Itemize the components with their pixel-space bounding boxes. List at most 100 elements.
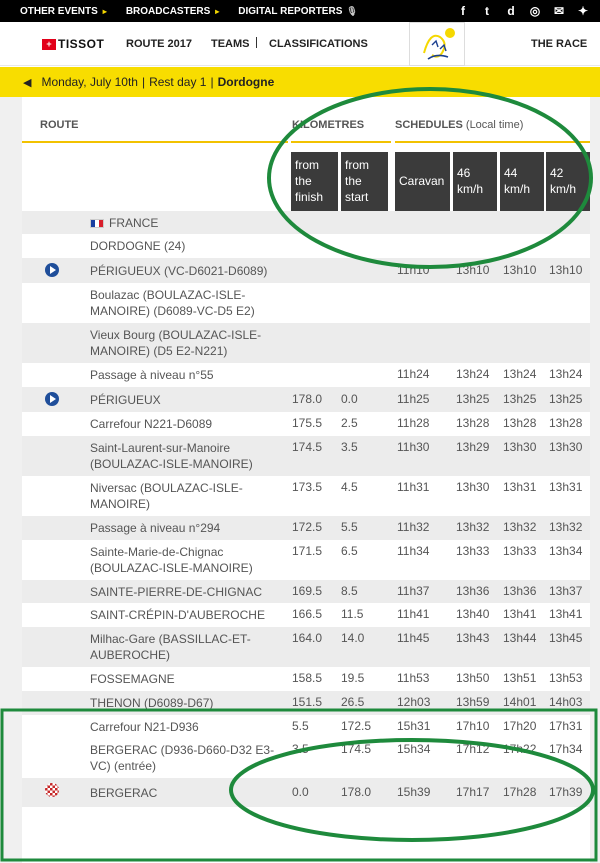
place-name-line: Carrefour N221-D6089: [90, 416, 212, 432]
cell-value: 19.5: [341, 671, 365, 685]
topbar-item-digital-reporters[interactable]: DIGITAL REPORTERS 🎙: [238, 6, 358, 17]
column-header-line: from: [295, 158, 319, 172]
cell-value: 13h44: [503, 631, 537, 645]
place-name-line: Passage à niveau n°55: [90, 367, 214, 383]
cell-value: 13h28: [503, 416, 537, 430]
instagram-icon[interactable]: ◎: [528, 4, 542, 18]
cell-value: 169.5: [292, 584, 323, 598]
place-text: (BOULAZAC-ISLE-MANOIRE): [90, 561, 253, 575]
place-name: Passage à niveau n°294: [90, 520, 220, 536]
place-name-line: Carrefour N21-D936: [90, 719, 199, 735]
place-text: MANOIRE) (D6089-VC-D5 E2): [90, 304, 255, 318]
place-text: DORDOGNE (24): [90, 239, 186, 253]
cell-value: 171.5: [292, 544, 323, 558]
header-schedules: SCHEDULES (Local time): [395, 119, 523, 131]
dailymotion-icon[interactable]: d: [504, 4, 518, 18]
table-row: Niversac (BOULAZAC-ISLE- MANOIRE) 173.5 4.5…: [22, 476, 590, 516]
column-header-line: the: [295, 174, 312, 188]
place-name-line: MANOIRE) (D5 E2-N221): [90, 343, 261, 359]
place-name-line: DORDOGNE (24): [90, 238, 185, 254]
cell-value: 13h59: [456, 695, 490, 709]
place-name: FRANCE: [90, 215, 158, 231]
place-name-line: THENON (D6089-D67): [90, 695, 213, 711]
cell-value: 13h36: [503, 584, 537, 598]
cell-value: 13h33: [503, 544, 537, 558]
place-text: Boulazac (BOULAZAC-ISLE-: [90, 288, 246, 302]
cell-value: 11h53: [397, 671, 430, 685]
cell-value: 13h43: [456, 631, 490, 645]
table-row: Carrefour N221-D6089 175.5 2.5 11h28 13h28 13…: [22, 412, 590, 436]
cell-value: 11h28: [397, 416, 430, 430]
cell-value: 172.5: [341, 719, 372, 733]
tour-de-france-logo[interactable]: [409, 22, 465, 66]
email-icon[interactable]: ✉: [552, 4, 566, 18]
stage-date: Monday, July 10th: [41, 75, 138, 89]
table-row: PÉRIGUEUX 178.0 0.0 11h25 13h25 13h25 13h25: [22, 387, 590, 412]
cell-value: 15h31: [397, 719, 431, 733]
play-icon[interactable]: [45, 392, 59, 406]
place-name: Niversac (BOULAZAC-ISLE- MANOIRE): [90, 480, 243, 512]
date-separator: |: [210, 75, 214, 89]
cell-value: 13h37: [549, 584, 583, 598]
stage-name: Rest day 1: [149, 75, 207, 89]
topbar-label: DIGITAL REPORTERS: [238, 5, 343, 17]
nav-the-race[interactable]: THE RACE: [531, 38, 587, 50]
cell-value: 13h28: [456, 416, 490, 430]
facebook-icon[interactable]: f: [456, 4, 470, 18]
twitter-icon[interactable]: t: [480, 4, 494, 18]
cell-value: 13h32: [456, 520, 490, 534]
nav-classifications[interactable]: CLASSIFICATIONS: [269, 38, 368, 50]
place-name-line: (BOULAZAC-ISLE-MANOIRE): [90, 560, 253, 576]
place-text: Carrefour N21-D936: [90, 720, 199, 734]
column-header: 44 km/h: [500, 152, 544, 211]
cell-value: 17h31: [549, 719, 583, 733]
cell-value: 13h28: [549, 416, 583, 430]
place-text: Vieux Bourg (BOULAZAC-ISLE-: [90, 328, 262, 342]
topbar-item-broadcasters[interactable]: BROADCASTERS ▸: [126, 6, 219, 17]
place-name: BERGERAC: [90, 785, 157, 801]
column-header-line: km/h: [457, 182, 484, 196]
cell-value: 0.0: [292, 785, 309, 799]
place-text: Passage à niveau n°294: [90, 521, 221, 535]
table-row: Sainte-Marie-de-Chignac (BOULAZAC-ISLE-MA…: [22, 540, 590, 580]
nav-teams[interactable]: TEAMS: [211, 38, 250, 50]
column-header: 46 km/h: [453, 152, 497, 211]
table-row: Passage à niveau n°294 172.5 5.5 11h32 13h32…: [22, 516, 590, 540]
column-header-line: the: [345, 174, 362, 188]
previous-stage-icon[interactable]: ◀: [23, 76, 31, 89]
place-name-line: Vieux Bourg (BOULAZAC-ISLE-: [90, 327, 261, 343]
play-icon[interactable]: [45, 263, 59, 277]
cell-value: 0.0: [341, 392, 358, 406]
place-name-line: MANOIRE): [90, 496, 243, 512]
cell-value: 13h25: [549, 392, 583, 406]
column-header-line: km/h: [504, 182, 531, 196]
place-text: PÉRIGUEUX (VC-D6021-D6089): [90, 264, 268, 278]
place-name: SAINTE-PIERRE-DE-CHIGNAC: [90, 584, 262, 600]
page-frame-right: [590, 97, 600, 863]
header-kilometres: KILOMETRES: [292, 119, 365, 131]
cell-value: 17h17: [456, 785, 490, 799]
microphone-icon: 🎙: [346, 5, 358, 16]
place-name-line: FRANCE: [90, 215, 158, 231]
place-name-line: PÉRIGUEUX (VC-D6021-D6089): [90, 263, 267, 279]
sponsor-logo[interactable]: + TISSOT: [42, 37, 104, 51]
table-row: PÉRIGUEUX (VC-D6021-D6089) 11h10 13h10 13h1…: [22, 258, 590, 283]
column-header-line: Caravan: [399, 174, 445, 188]
column-header-line: finish: [295, 190, 324, 204]
column-header: from the start: [341, 152, 388, 211]
cell-value: 13h25: [503, 392, 537, 406]
place-name: FOSSEMAGNE: [90, 671, 175, 687]
place-text: MANOIRE) (D5 E2-N221): [90, 344, 228, 358]
finish-flag-icon: [45, 783, 59, 797]
date-separator: |: [141, 75, 146, 89]
nav-route[interactable]: ROUTE 2017: [126, 38, 192, 50]
place-name: Boulazac (BOULAZAC-ISLE- MANOIRE) (D6089-…: [90, 287, 255, 319]
place-text: BERGERAC (D936-D660-D32 E3-: [90, 743, 275, 757]
place-name-line: Saint-Laurent-sur-Manoire: [90, 440, 253, 456]
table-row: SAINT-CRÉPIN-D'AUBEROCHE 166.5 11.5 11h41 13…: [22, 603, 590, 627]
cell-value: 11h10: [397, 263, 430, 277]
place-name-line: Milhac-Gare (BASSILLAC-ET-: [90, 631, 251, 647]
place-name: Sainte-Marie-de-Chignac (BOULAZAC-ISLE-MA…: [90, 544, 253, 576]
messenger-icon[interactable]: ✦: [576, 4, 590, 18]
topbar-item-other-events[interactable]: OTHER EVENTS ▸: [20, 6, 107, 17]
